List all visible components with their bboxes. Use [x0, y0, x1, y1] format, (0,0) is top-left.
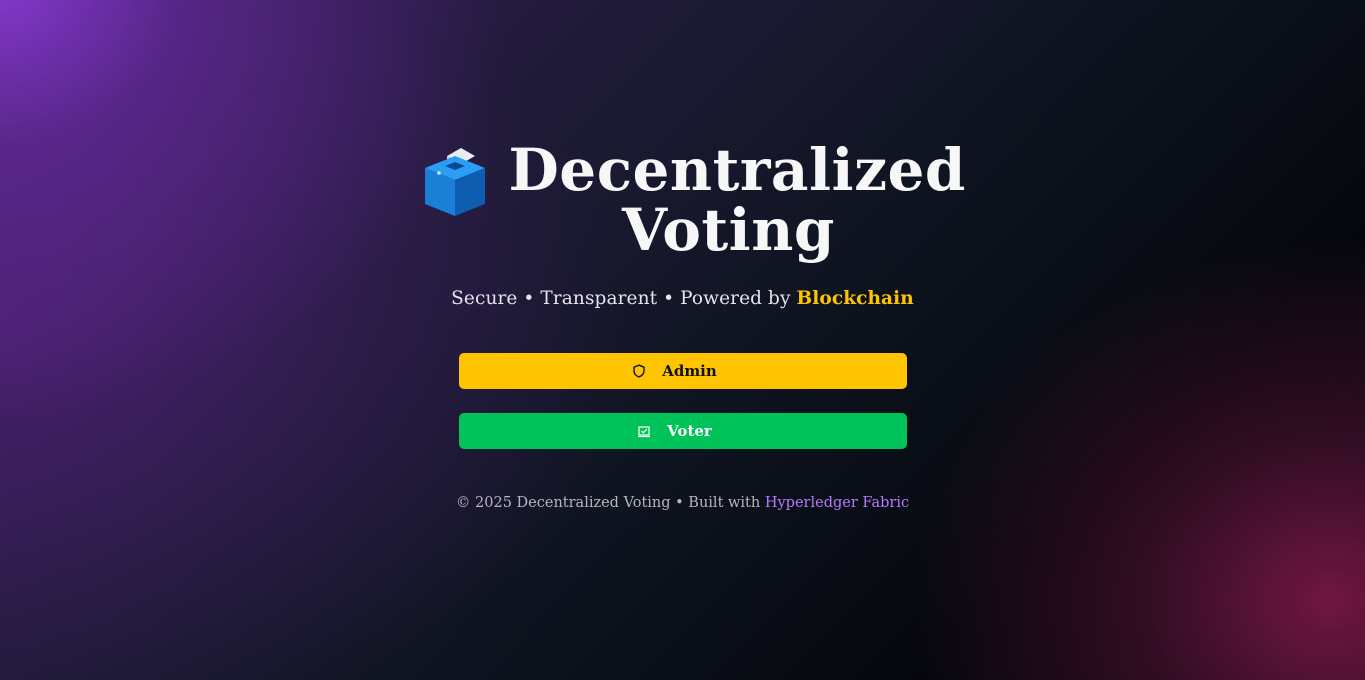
- admin-button[interactable]: Admin: [458, 353, 907, 389]
- voter-button-label: Voter: [667, 422, 712, 440]
- shield-icon: [633, 364, 645, 378]
- role-buttons: Admin Voter: [458, 353, 907, 449]
- subtitle: Secure • Transparent • Powered by Blockc…: [451, 288, 914, 309]
- voter-button[interactable]: Voter: [458, 413, 907, 449]
- vote-icon: [638, 426, 651, 438]
- page-title: Decentralized Voting: [508, 136, 966, 264]
- ballot-box-icon: [424, 148, 485, 216]
- hyperledger-fabric-link[interactable]: Hyperledger Fabric: [765, 495, 909, 511]
- subtitle-accent: Blockchain: [796, 288, 914, 309]
- hero: Decentralized Voting Secure • Transparen…: [0, 140, 1365, 511]
- admin-button-label: Admin: [662, 362, 717, 380]
- footer-text: © 2025 Decentralized Voting • Built with: [455, 495, 765, 511]
- title-row: Decentralized Voting: [417, 136, 966, 264]
- subtitle-text: Secure • Transparent • Powered by: [451, 288, 797, 309]
- footer: © 2025 Decentralized Voting • Built with…: [456, 495, 909, 511]
